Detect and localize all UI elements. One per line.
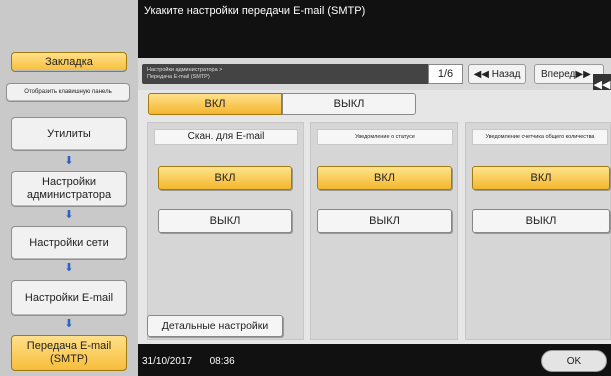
date-text: 31/10/2017 (142, 356, 193, 367)
on-label: ВКЛ (214, 172, 236, 184)
column-scan-to-email: Скан. для E-mail ВКЛ ВЫКЛ (147, 122, 304, 340)
status-notify-on-button[interactable]: ВКЛ (317, 166, 452, 190)
ok-label: OK (566, 355, 582, 367)
network-settings-button[interactable]: Настройки сети (11, 226, 127, 260)
email-settings-label: Настройки E-mail (24, 291, 114, 304)
admin-settings-button[interactable]: Настройки администратора (11, 171, 127, 207)
master-off-label: ВЫКЛ (333, 98, 365, 110)
left-panel: Закладка Отобразить клавишную панель Ути… (0, 0, 138, 376)
column-heading: Скан. для E-mail (154, 129, 298, 145)
collapse-arrow-glyph: ◀◀ (593, 78, 611, 91)
master-off-toggle[interactable]: ВЫКЛ (282, 93, 416, 115)
email-settings-button[interactable]: Настройки E-mail (11, 280, 127, 316)
off-label: ВЫКЛ (525, 215, 557, 227)
master-on-label: ВКЛ (204, 98, 226, 110)
status-notify-off-button[interactable]: ВЫКЛ (317, 209, 452, 233)
title-bar: Укаките настройки передачи E-mail (SMTP) (138, 0, 611, 58)
detail-settings-label: Детальные настройки (161, 320, 269, 332)
down-arrow-icon: ⬇ (64, 209, 74, 221)
show-keypad-label: Отобразить клавишную панель (24, 89, 112, 96)
column-total-counter-notification: Уведомление счетчика общего количества В… (465, 122, 611, 340)
down-arrow-icon: ⬇ (64, 318, 74, 330)
down-arrow-icon: ⬇ (64, 155, 74, 167)
utilities-label: Утилиты (47, 127, 91, 140)
main-area: ВКЛ ВЫКЛ Скан. для E-mail ВКЛ ВЫКЛ Уведо… (138, 90, 611, 344)
back-label: ◀◀ Назад (473, 68, 521, 80)
on-label: ВКЛ (374, 172, 395, 184)
off-label: ВЫКЛ (209, 215, 241, 227)
show-keypad-button[interactable]: Отобразить клавишную панель (6, 83, 130, 102)
column-heading: Уведомление о статусе (317, 129, 453, 145)
screen-title: Укаките настройки передачи E-mail (SMTP) (144, 5, 366, 17)
ok-button[interactable]: OK (541, 350, 607, 372)
detail-settings-button[interactable]: Детальные настройки (147, 315, 283, 337)
nav-row: Настройки администратора > Передача E-ma… (138, 58, 611, 94)
master-on-toggle[interactable]: ВКЛ (148, 93, 282, 115)
scan-email-on-button[interactable]: ВКЛ (158, 166, 292, 190)
page-indicator: 1/6 (428, 64, 463, 84)
smtp-button[interactable]: Передача E-mail (SMTP) (11, 335, 127, 371)
bookmark-button[interactable]: Закладка (11, 52, 127, 72)
status-bar: 31/10/2017 08:36 OK (138, 344, 611, 376)
column-status-notification: Уведомление о статусе ВКЛ ВЫКЛ (310, 122, 458, 340)
smtp-label: Передача E-mail (SMTP) (26, 340, 112, 365)
time-text: 08:36 (209, 356, 235, 367)
utilities-button[interactable]: Утилиты (11, 117, 127, 151)
on-label: ВКЛ (530, 172, 552, 184)
column-heading: Уведомление счетчика общего количества (472, 129, 608, 145)
forward-label: Вперед▶▶ (541, 68, 591, 80)
datetime: 31/10/2017 08:36 (142, 356, 235, 367)
breadcrumb-line-1: Настройки администратора > (147, 67, 223, 73)
breadcrumb: Настройки администратора > Передача E-ma… (142, 64, 463, 84)
counter-notify-on-button[interactable]: ВКЛ (472, 166, 610, 190)
counter-notify-off-button[interactable]: ВЫКЛ (472, 209, 610, 233)
admin-settings-label: Настройки администратора (26, 176, 112, 201)
network-settings-label: Настройки сети (29, 236, 109, 249)
bookmark-label: Закладка (45, 55, 93, 68)
off-label: ВЫКЛ (369, 215, 400, 227)
scan-email-off-button[interactable]: ВЫКЛ (158, 209, 292, 233)
down-arrow-icon: ⬇ (64, 262, 74, 274)
breadcrumb-line-2: Передача E-mail (SMTP) (147, 74, 210, 80)
back-button[interactable]: ◀◀ Назад (468, 64, 526, 84)
